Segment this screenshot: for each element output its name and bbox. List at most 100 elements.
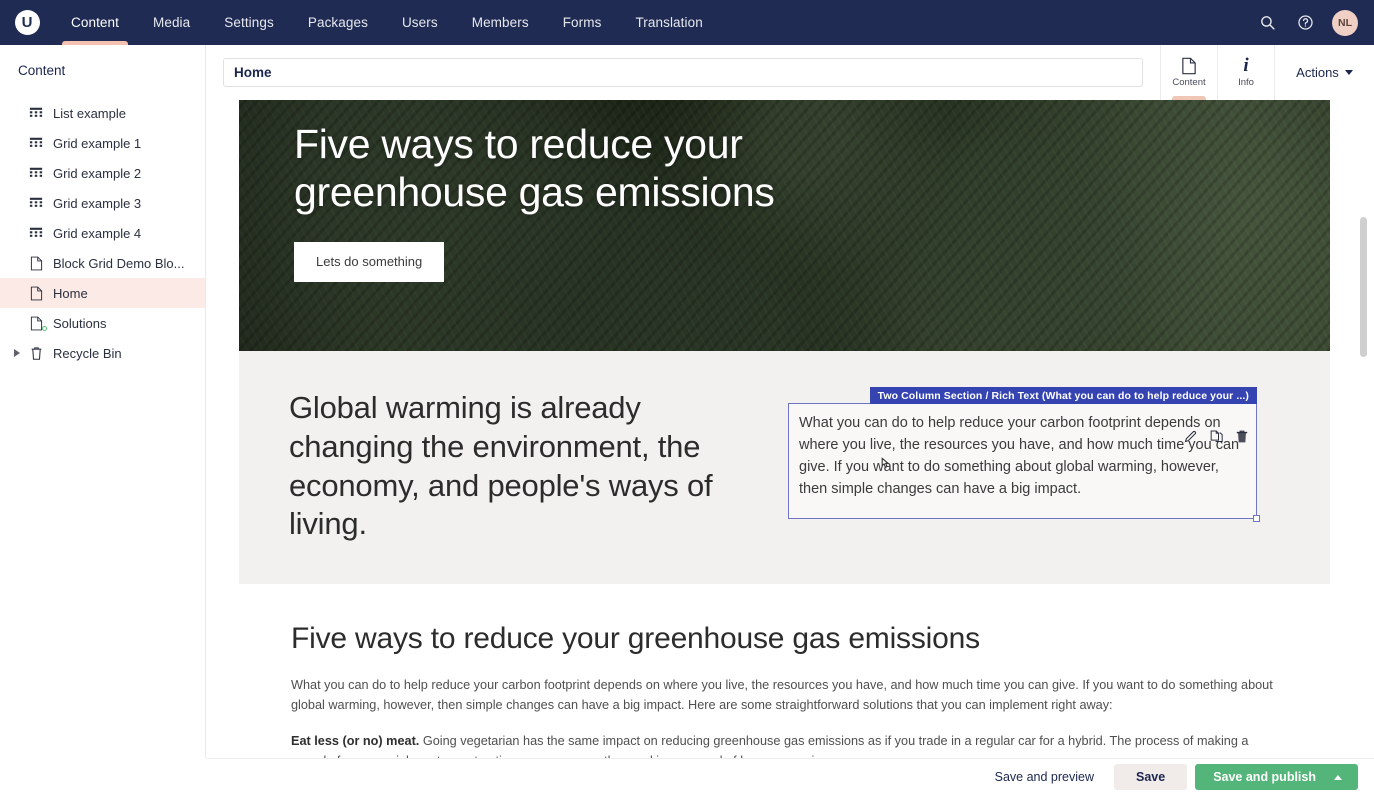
canvas-inner: Five ways to reduce your greenhouse gas … bbox=[206, 100, 1347, 758]
chevron-down-icon bbox=[1344, 70, 1353, 75]
grid-table-icon bbox=[24, 196, 48, 210]
save-and-publish-button[interactable]: Save and publish bbox=[1195, 764, 1358, 790]
tree-item-label: Block Grid Demo Blo... bbox=[53, 255, 185, 271]
content-editor-header: Content i Info Actions bbox=[206, 45, 1374, 100]
paragraph-body: Going vegetarian has the same impact on … bbox=[291, 734, 1249, 758]
hero-title: Five ways to reduce your greenhouse gas … bbox=[294, 121, 775, 216]
grid-table-icon bbox=[24, 226, 48, 240]
tree-section-title: Content bbox=[18, 63, 66, 78]
umbraco-logo[interactable]: U bbox=[0, 0, 54, 45]
nav-item-settings[interactable]: Settings bbox=[207, 0, 291, 45]
hero-cta-button[interactable]: Lets do something bbox=[294, 241, 445, 282]
save-and-preview-label: Save and preview bbox=[994, 770, 1094, 784]
save-label: Save bbox=[1135, 770, 1166, 784]
tree-item-grid-example-2[interactable]: Grid example 2 bbox=[0, 158, 205, 188]
tab-info[interactable]: i Info bbox=[1217, 45, 1274, 100]
nav-item-members[interactable]: Members bbox=[455, 0, 546, 45]
hero-content: Five ways to reduce your greenhouse gas … bbox=[294, 120, 1290, 282]
copy-icon[interactable] bbox=[1209, 429, 1224, 444]
umbraco-backoffice: U Content Media Settings Packages Users … bbox=[0, 0, 1374, 795]
page-title-input[interactable] bbox=[223, 58, 1143, 87]
tree-item-label: Grid example 1 bbox=[53, 135, 142, 151]
editor-footer-bar: Save and preview Save Save and publish bbox=[206, 758, 1374, 795]
tree-item-label: List example bbox=[53, 105, 126, 121]
tree-item-recycle-bin[interactable]: Recycle Bin bbox=[0, 338, 205, 368]
document-icon bbox=[1181, 57, 1197, 75]
tree-item-label: Recycle Bin bbox=[53, 345, 122, 361]
nav-label: Content bbox=[71, 15, 119, 30]
chevron-up-icon[interactable] bbox=[1334, 774, 1342, 780]
nav-item-translation[interactable]: Translation bbox=[618, 0, 719, 45]
logo-letter: U bbox=[14, 10, 40, 35]
delete-trash-icon[interactable] bbox=[1235, 429, 1249, 444]
nav-item-content[interactable]: Content bbox=[54, 0, 136, 45]
tree-item-solutions[interactable]: Solutions bbox=[0, 308, 205, 338]
block-grid-canvas[interactable]: Five ways to reduce your greenhouse gas … bbox=[206, 100, 1374, 758]
edit-pencil-icon[interactable] bbox=[1183, 429, 1198, 444]
actions-menu-button[interactable]: Actions bbox=[1274, 45, 1374, 100]
tree-item-label: Grid example 4 bbox=[53, 225, 142, 241]
tab-label: Content bbox=[1172, 77, 1206, 88]
help-circle-icon[interactable] bbox=[1290, 8, 1320, 38]
hero-cta-label: Lets do something bbox=[316, 254, 423, 270]
info-icon: i bbox=[1243, 55, 1249, 76]
document-icon bbox=[24, 286, 48, 301]
nav-item-media[interactable]: Media bbox=[136, 0, 207, 45]
tree-item-home[interactable]: Home bbox=[0, 278, 205, 308]
tree-expand-arrow-icon[interactable] bbox=[10, 349, 24, 357]
tab-content[interactable]: Content bbox=[1160, 45, 1217, 100]
search-icon[interactable] bbox=[1252, 8, 1282, 38]
tree-item-block-grid-demo[interactable]: Block Grid Demo Blo... bbox=[0, 248, 205, 278]
nav-item-packages[interactable]: Packages bbox=[291, 0, 385, 45]
tree-item-label: Home bbox=[53, 285, 88, 301]
grid-table-icon bbox=[24, 106, 48, 120]
avatar-initials: NL bbox=[1338, 16, 1352, 29]
tree-item-list-example[interactable]: List example bbox=[0, 98, 205, 128]
save-and-publish-label: Save and publish bbox=[1213, 770, 1316, 784]
grid-table-icon bbox=[24, 166, 48, 180]
two-column-left[interactable]: Global warming is already changing the e… bbox=[289, 389, 759, 544]
nav-label: Settings bbox=[224, 15, 274, 30]
vertical-scrollbar[interactable] bbox=[1360, 105, 1368, 745]
grid-table-icon bbox=[24, 136, 48, 150]
article-block[interactable]: Five ways to reduce your greenhouse gas … bbox=[239, 584, 1330, 758]
tree-item-label: Grid example 3 bbox=[53, 195, 142, 211]
nav-label: Users bbox=[401, 15, 438, 30]
two-column-section-block[interactable]: Global warming is already changing the e… bbox=[239, 351, 1330, 584]
resize-handle[interactable] bbox=[1253, 515, 1260, 522]
draft-status-badge bbox=[42, 325, 47, 331]
paragraph-lead: Eat less (or no) meat. bbox=[291, 734, 420, 749]
tree-item-grid-example-4[interactable]: Grid example 4 bbox=[0, 218, 205, 248]
top-nav-right-tools: NL bbox=[1252, 8, 1374, 38]
rich-text-content: What you can do to help reduce your carb… bbox=[799, 415, 1240, 498]
article-intro: What you can do to help reduce your carb… bbox=[291, 678, 1273, 712]
hero-block[interactable]: Five ways to reduce your greenhouse gas … bbox=[239, 100, 1330, 351]
nav-label: Translation bbox=[635, 15, 703, 30]
nav-label: Members bbox=[471, 15, 529, 30]
nav-label: Forms bbox=[562, 15, 602, 30]
block-label-badge: Two Column Section / Rich Text (What you… bbox=[869, 387, 1257, 404]
editor-header-tools: Content i Info Actions bbox=[1160, 45, 1374, 100]
content-tree-panel: Content List example Grid example 1 Grid… bbox=[0, 45, 206, 795]
block-action-toolbar bbox=[1183, 429, 1249, 444]
save-and-preview-button[interactable]: Save and preview bbox=[983, 764, 1106, 790]
tree-item-grid-example-1[interactable]: Grid example 1 bbox=[0, 128, 205, 158]
nav-label: Media bbox=[152, 15, 191, 30]
footer-left-spacer bbox=[0, 758, 206, 795]
vertical-scrollbar-thumb[interactable] bbox=[1360, 217, 1367, 357]
article-paragraph: Eat less (or no) meat. Going vegetarian … bbox=[291, 732, 1278, 758]
canvas-left-gutter bbox=[206, 100, 224, 758]
two-column-right[interactable]: Two Column Section / Rich Text (What you… bbox=[788, 387, 1280, 544]
section-heading: Global warming is already changing the e… bbox=[289, 390, 713, 542]
tree-item-grid-example-3[interactable]: Grid example 3 bbox=[0, 188, 205, 218]
nav-item-users[interactable]: Users bbox=[385, 0, 455, 45]
avatar[interactable]: NL bbox=[1332, 9, 1358, 36]
selected-rich-text-block[interactable]: Two Column Section / Rich Text (What you… bbox=[788, 387, 1260, 522]
save-button[interactable]: Save bbox=[1113, 764, 1188, 790]
top-navigation-bar: U Content Media Settings Packages Users … bbox=[0, 0, 1374, 45]
nav-item-forms[interactable]: Forms bbox=[546, 0, 619, 45]
section-nav-items: Content Media Settings Packages Users Me… bbox=[54, 0, 720, 45]
page-preview: Five ways to reduce your greenhouse gas … bbox=[239, 100, 1330, 758]
article-heading: Five ways to reduce your greenhouse gas … bbox=[291, 622, 980, 655]
actions-label: Actions bbox=[1296, 65, 1339, 80]
